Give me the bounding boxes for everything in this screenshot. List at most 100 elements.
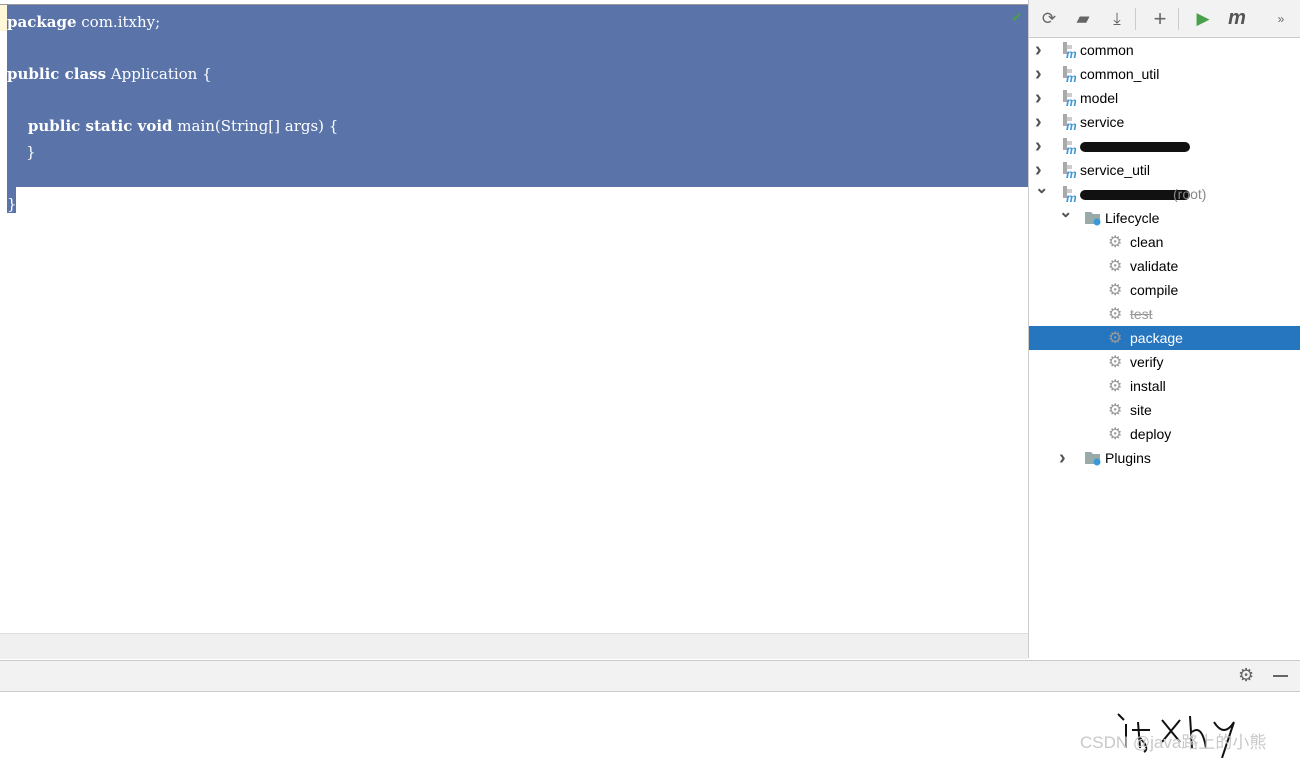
maven-icon[interactable]: m [1223, 7, 1251, 30]
tree-item-label: compile [1130, 282, 1179, 298]
code-line: public static void main(String[] args) { [7, 113, 338, 139]
tree-item-phase-clean[interactable]: ⚙ clean [1029, 230, 1300, 254]
svg-text:m: m [1066, 167, 1077, 179]
tree-item-label: common [1080, 42, 1134, 58]
tree-item-phase-package[interactable]: ⚙ package [1029, 326, 1300, 350]
tree-item-label: deploy [1130, 426, 1172, 442]
tree-item-label [1080, 142, 1190, 152]
code-content[interactable]: package com.itxhy; public class Applicat… [7, 9, 338, 217]
maven-toolbar: ⟳ ▰ ⤓ + ▶ m » [1029, 0, 1300, 38]
chevron-right-icon[interactable]: › [1035, 111, 1042, 134]
tree-item-label: package [1130, 330, 1183, 346]
lifecycle-folder-icon [1084, 449, 1101, 467]
divider [1135, 7, 1136, 30]
tree-item-phase-validate[interactable]: ⚙ validate [1029, 254, 1300, 278]
tree-item-phase-test[interactable]: ⚙ test [1029, 302, 1300, 326]
chevron-right-icon[interactable]: › [1059, 447, 1066, 470]
bottom-tool-bar: ⚙ [0, 660, 1300, 692]
code-text: main(String[] args) { [172, 117, 339, 135]
code-text: } [7, 143, 36, 161]
tree-item-module[interactable]: › m service_util [1029, 158, 1300, 182]
tree-item-phase-compile[interactable]: ⚙ compile [1029, 278, 1300, 302]
maven-module-icon: m [1061, 89, 1077, 109]
tree-item-label: service [1080, 114, 1125, 130]
maven-tree: › m common › m common_util › m model › m service › m ›… [1029, 38, 1300, 470]
code-line: } [7, 191, 338, 217]
maven-module-icon: m [1061, 41, 1077, 61]
code-text: com.itxhy; [76, 13, 161, 31]
tree-item-label: Plugins [1105, 450, 1151, 466]
gear-icon: ⚙ [1108, 330, 1123, 347]
chevron-right-icon[interactable]: › [1035, 135, 1042, 158]
reload-icon[interactable]: ⟳ [1035, 9, 1063, 29]
tree-item-label: install [1130, 378, 1166, 394]
maven-module-icon: m [1061, 113, 1077, 133]
gear-icon: ⚙ [1108, 426, 1123, 443]
tree-item-module[interactable]: › m [1029, 134, 1300, 158]
code-text: Application { [106, 65, 212, 83]
maven-module-icon: m [1061, 65, 1077, 85]
tree-item-lifecycle[interactable]: ⌄ Lifecycle [1029, 204, 1300, 230]
code-line: } [7, 139, 338, 165]
maven-module-icon: m [1061, 185, 1077, 205]
tree-item-label: validate [1130, 258, 1179, 274]
chevron-right-icon[interactable]: › [1035, 39, 1042, 62]
tree-item-label: common_util [1080, 66, 1160, 82]
download-icon[interactable]: ⤓ [1103, 9, 1131, 29]
horizontal-scrollbar[interactable] [0, 633, 1028, 659]
more-icon[interactable]: » [1267, 12, 1295, 26]
maven-module-icon: m [1061, 161, 1077, 181]
chevron-right-icon[interactable]: › [1035, 87, 1042, 110]
gear-icon: ⚙ [1108, 234, 1123, 251]
svg-text:m: m [1066, 119, 1077, 131]
lifecycle-folder-icon [1084, 209, 1101, 227]
add-folder-icon[interactable]: ▰ [1069, 9, 1097, 29]
keyword: public static void [7, 117, 173, 135]
tree-item-phase-site[interactable]: ⚙ site [1029, 398, 1300, 422]
gear-icon: ⚙ [1108, 306, 1123, 323]
keyword: public class [7, 65, 107, 83]
tree-item-label: test [1130, 306, 1153, 322]
tree-item-module[interactable]: › m common [1029, 38, 1300, 62]
run-icon[interactable]: ▶ [1189, 9, 1217, 29]
tree-item-label: clean [1130, 234, 1164, 250]
chevron-down-icon[interactable]: ⌄ [1035, 178, 1048, 198]
minimize-icon[interactable] [1273, 675, 1288, 677]
plus-icon[interactable]: + [1146, 6, 1174, 32]
root-suffix: (root) [1173, 186, 1207, 202]
tree-item-label: model [1080, 90, 1119, 106]
svg-text:m: m [1066, 71, 1077, 83]
code-editor[interactable]: package com.itxhy; public class Applicat… [0, 4, 1028, 634]
gear-icon: ⚙ [1108, 378, 1123, 395]
tree-item-phase-install[interactable]: ⚙ install [1029, 374, 1300, 398]
gear-icon: ⚙ [1108, 282, 1123, 299]
chevron-down-icon[interactable]: ⌄ [1059, 202, 1072, 222]
code-text: } [7, 195, 17, 213]
svg-text:m: m [1066, 143, 1077, 155]
gear-icon: ⚙ [1108, 354, 1123, 371]
maven-module-icon: m [1061, 137, 1077, 157]
keyword: package [7, 13, 77, 31]
tree-item-module[interactable]: › m service [1029, 110, 1300, 134]
chevron-right-icon[interactable]: › [1035, 63, 1042, 86]
tree-item-label: site [1130, 402, 1152, 418]
svg-text:m: m [1066, 47, 1077, 59]
tree-item-plugins[interactable]: › Plugins [1029, 446, 1300, 470]
check-icon: ✔ [1011, 9, 1023, 25]
gear-icon: ⚙ [1108, 402, 1123, 419]
code-line: package com.itxhy; [7, 9, 338, 35]
gear-icon: ⚙ [1108, 258, 1123, 275]
divider [1178, 7, 1179, 30]
tree-item-module[interactable]: › m common_util [1029, 62, 1300, 86]
tree-item-label: Lifecycle [1105, 210, 1160, 226]
tree-item-label: verify [1130, 354, 1164, 370]
tree-item-module[interactable]: › m model [1029, 86, 1300, 110]
tree-item-phase-deploy[interactable]: ⚙ deploy [1029, 422, 1300, 446]
maven-panel: ⟳ ▰ ⤓ + ▶ m » › m common › m common_util › m mod… [1028, 0, 1300, 658]
gear-icon[interactable]: ⚙ [1238, 665, 1254, 686]
code-line: public class Application { [7, 61, 338, 87]
tree-item-phase-verify[interactable]: ⚙ verify [1029, 350, 1300, 374]
